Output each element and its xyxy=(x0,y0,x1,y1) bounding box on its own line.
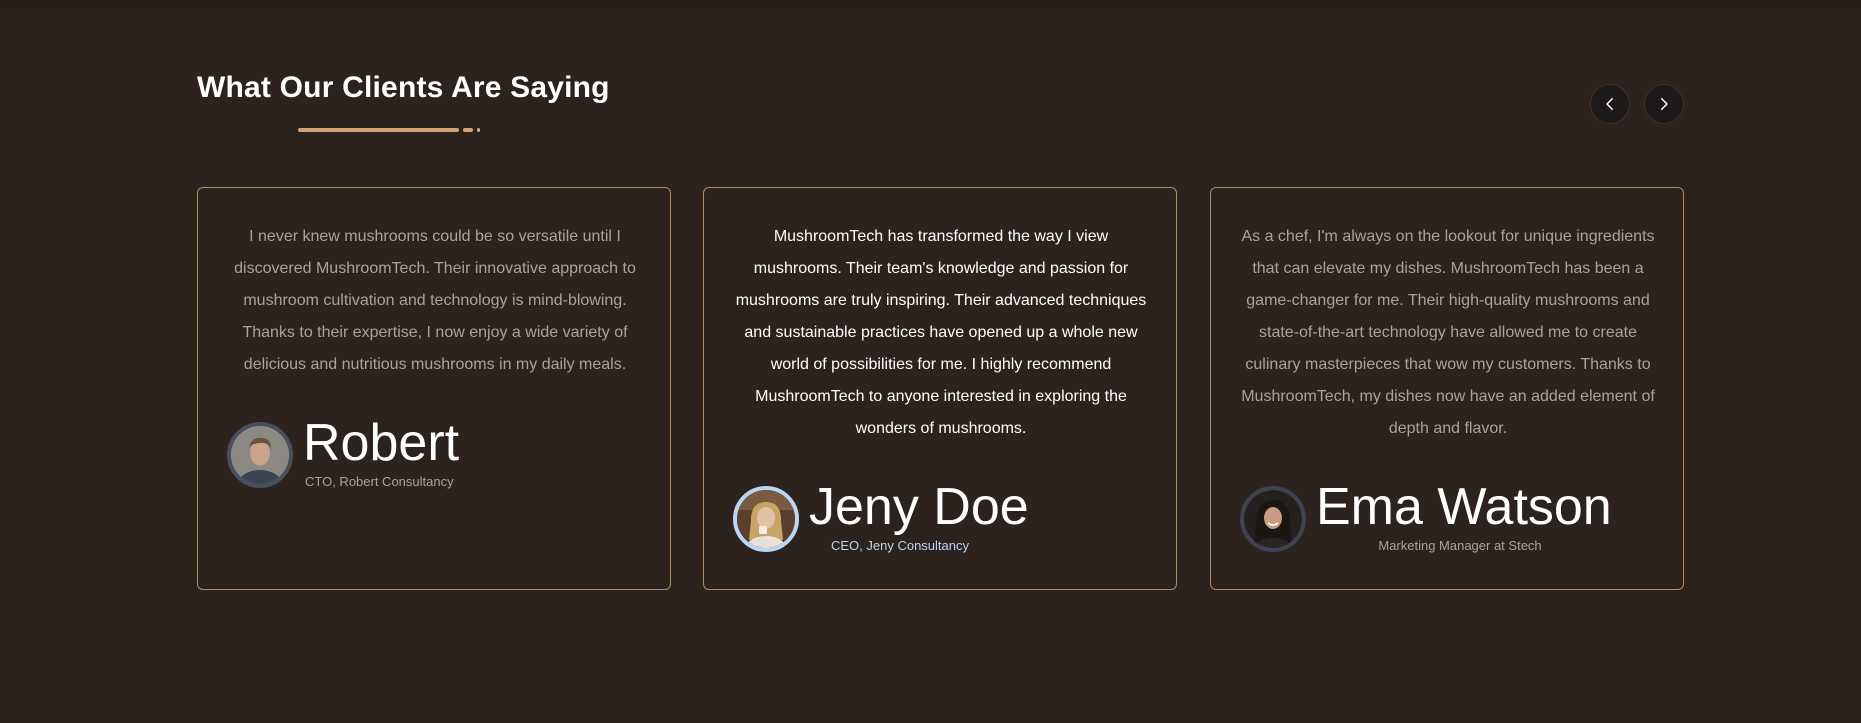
carousel-prev-button[interactable] xyxy=(1590,84,1630,124)
carousel-next-button[interactable] xyxy=(1644,84,1684,124)
chevron-left-icon xyxy=(1606,98,1613,110)
author-title: Marketing Manager at Stech xyxy=(1378,538,1542,553)
testimonials-section: What Our Clients Are Saying I never knew… xyxy=(0,0,1861,723)
author-title: CTO, Robert Consultancy xyxy=(305,474,454,489)
section-heading: What Our Clients Are Saying xyxy=(197,71,610,104)
testimonial-quote: As a chef, I'm always on the lookout for… xyxy=(1241,228,1655,437)
author-name: Robert xyxy=(303,414,460,472)
avatar xyxy=(1240,486,1306,552)
testimonial-quote: I never knew mushrooms could be so versa… xyxy=(234,228,636,373)
underline-bar-short xyxy=(463,128,473,132)
testimonial-card: As a chef, I'm always on the lookout for… xyxy=(1210,187,1684,590)
testimonial-quote: MushroomTech has transformed the way I v… xyxy=(735,228,1147,437)
avatar-photo xyxy=(231,426,289,484)
chevron-right-icon xyxy=(1661,98,1668,110)
author-name: Ema Watson xyxy=(1316,478,1612,536)
avatar xyxy=(733,486,799,552)
author-name: Jeny Doe xyxy=(809,478,1029,536)
avatar-photo xyxy=(737,490,795,548)
avatar xyxy=(227,422,293,488)
underline-bar-long xyxy=(298,128,459,132)
underline-dot xyxy=(477,128,480,132)
testimonial-card: MushroomTech has transformed the way I v… xyxy=(703,187,1177,590)
author-title: CEO, Jeny Consultancy xyxy=(830,538,969,553)
testimonial-card: I never knew mushrooms could be so versa… xyxy=(197,187,671,590)
avatar-photo xyxy=(1244,490,1302,548)
